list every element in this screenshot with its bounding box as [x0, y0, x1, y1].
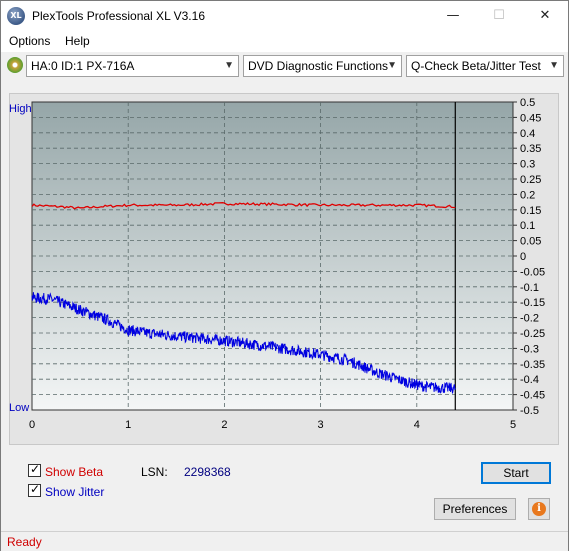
y-tick-label: 0.4 [520, 128, 535, 140]
y-tick-label: -0.05 [520, 266, 545, 278]
status-text: Ready [7, 535, 42, 549]
y-tick-label: 0.05 [520, 236, 541, 248]
main-window: XL PlexTools Professional XL V3.16 — ☐ ✕… [0, 0, 569, 551]
show-jitter-checkbox[interactable]: ✓ [28, 482, 41, 497]
x-tick-label: 5 [510, 419, 516, 431]
x-tick-label: 4 [414, 419, 420, 431]
y-tick-label: 0.2 [520, 189, 535, 201]
x-tick-label: 2 [221, 419, 227, 431]
y-tick-label: 0.35 [520, 143, 541, 155]
y-tick-label: -0.45 [520, 390, 545, 402]
show-beta-checkbox[interactable]: ✓ [28, 462, 41, 477]
lsn-label: LSN: [141, 465, 168, 479]
low-label: Low [9, 402, 29, 414]
info-icon: i [532, 502, 546, 516]
preferences-button[interactable]: Preferences [434, 498, 516, 520]
x-tick-label: 3 [318, 419, 324, 431]
y-tick-label: -0.2 [520, 313, 539, 325]
y-tick-label: 0.1 [520, 220, 535, 232]
checkmark-icon: ✓ [30, 462, 41, 476]
y-tick-label: -0.15 [520, 297, 545, 309]
y-tick-label: 0 [520, 251, 526, 263]
info-button[interactable]: i [528, 498, 550, 520]
lsn-value: 2298368 [184, 465, 231, 479]
y-tick-label: -0.1 [520, 282, 539, 294]
y-tick-label: 0.3 [520, 159, 535, 171]
x-tick-label: 1 [125, 419, 131, 431]
beta-jitter-chart: 0.5 0.45 0.4 0.35 0.3 0.25 0.2 0.15 0.1 0.05 0 -0.0… [9, 97, 545, 431]
y-tick-label: -0.3 [520, 343, 539, 355]
y-tick-label: -0.25 [520, 328, 545, 340]
checkmark-icon: ✓ [30, 482, 41, 496]
status-bar: Ready [1, 531, 568, 551]
show-beta-label[interactable]: Show Beta [45, 465, 103, 479]
y-tick-label: -0.35 [520, 359, 545, 371]
y-tick-label: 0.5 [520, 97, 535, 109]
y-tick-label: 0.45 [520, 112, 541, 124]
y-tick-label: 0.15 [520, 205, 541, 217]
x-tick-label: 0 [29, 419, 35, 431]
start-button[interactable]: Start [481, 462, 551, 484]
y-tick-label: -0.4 [520, 374, 539, 386]
y-tick-label: -0.5 [520, 405, 539, 417]
high-label: High [9, 103, 32, 115]
show-jitter-label[interactable]: Show Jitter [45, 485, 104, 499]
y-tick-label: 0.25 [520, 174, 541, 186]
